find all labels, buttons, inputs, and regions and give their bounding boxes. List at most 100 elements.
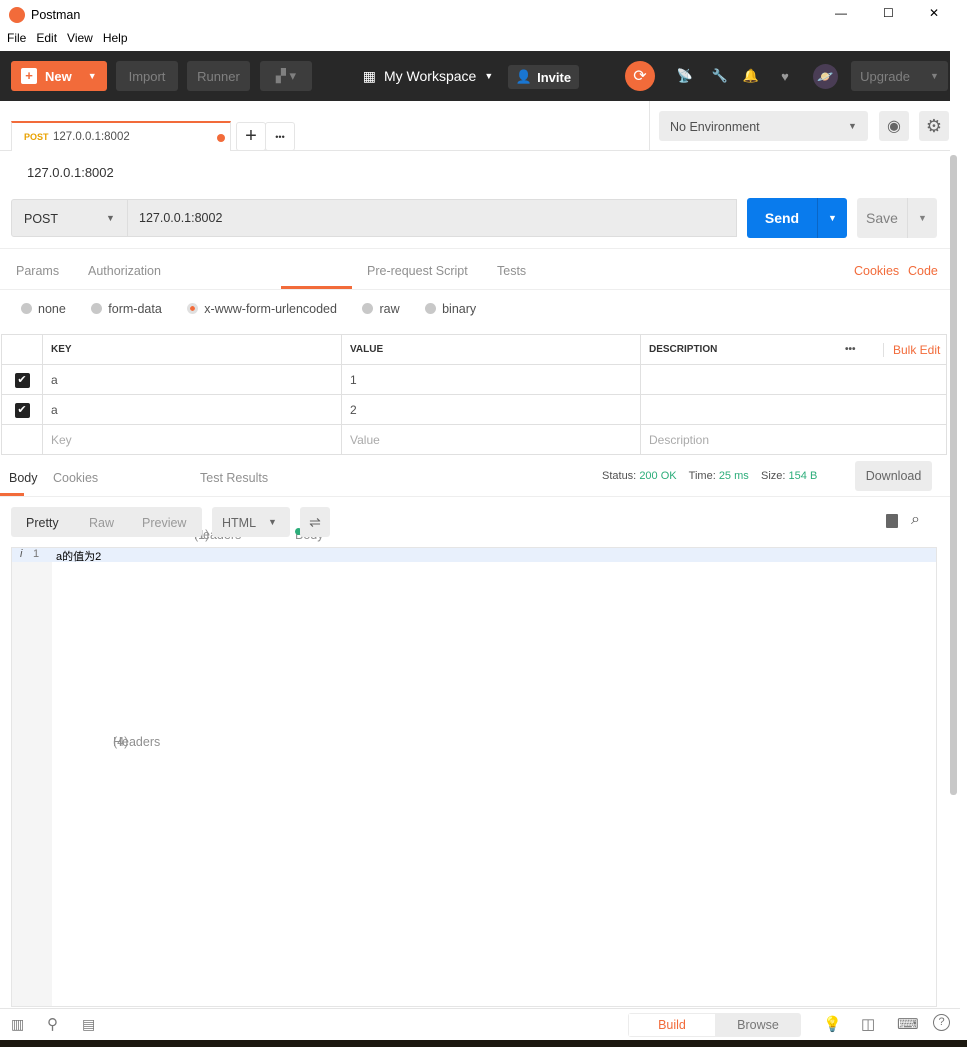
console-icon[interactable]: ▤ — [82, 1016, 95, 1033]
heart-icon[interactable]: ♥ — [774, 65, 796, 87]
radio-x-www-form-urlencoded[interactable]: x-www-form-urlencoded — [187, 302, 337, 316]
bulb-icon[interactable]: 💡 — [823, 1015, 842, 1033]
import-button[interactable]: Import — [116, 61, 178, 91]
tab-more-button[interactable]: ••• — [265, 122, 295, 151]
environment-select[interactable]: No Environment ▼ — [659, 111, 868, 141]
value-cell[interactable]: 2 — [341, 394, 641, 425]
status-value: 200 OK — [639, 470, 677, 482]
minimize-button[interactable]: — — [835, 6, 847, 20]
workspace-dropdown[interactable]: ▦ My Workspace ▼ — [358, 61, 498, 91]
row-checkbox[interactable]: ✔ — [14, 372, 30, 388]
new-button[interactable]: + New ▼ — [11, 61, 107, 91]
radio-binary[interactable]: binary — [425, 302, 476, 316]
column-key: KEY — [42, 334, 342, 365]
radio-raw[interactable]: raw — [362, 302, 400, 316]
bulk-edit-link[interactable]: Bulk Edit — [883, 343, 940, 357]
avatar[interactable]: 🪐 — [813, 64, 838, 89]
url-input[interactable]: 127.0.0.1:8002 — [127, 199, 737, 237]
tab-url: 127.0.0.1:8002 — [53, 131, 130, 143]
description-input[interactable]: Description — [640, 424, 947, 455]
tab-prerequest-script[interactable]: Pre-request Script — [367, 264, 468, 278]
wrench-icon[interactable]: 🔧 — [709, 65, 731, 87]
gear-icon[interactable]: ⚙ — [919, 111, 949, 141]
close-button[interactable]: ✕ — [929, 6, 939, 20]
more-icon[interactable]: ••• — [845, 344, 856, 355]
tab-params[interactable]: Params — [16, 264, 59, 278]
app-header: + New ▼ Import Runner ▞ ▾ ▦ My Workspace ▼… — [0, 51, 950, 101]
new-tab-button[interactable]: + — [236, 122, 266, 151]
code-link[interactable]: Code — [908, 264, 938, 278]
view-raw[interactable]: Raw — [89, 516, 114, 530]
description-cell[interactable] — [640, 394, 947, 425]
bell-icon[interactable]: 🔔 — [740, 65, 762, 87]
menu-file[interactable]: File — [7, 31, 26, 45]
description-cell[interactable] — [640, 364, 947, 395]
value-input[interactable]: Value — [341, 424, 641, 455]
request-tab[interactable]: POST 127.0.0.1:8002 — [11, 121, 231, 151]
maximize-button[interactable]: ☐ — [883, 6, 894, 20]
active-line — [12, 548, 936, 562]
menu-help[interactable]: Help — [103, 31, 128, 45]
build-button[interactable]: Build — [629, 1014, 715, 1036]
menu-edit[interactable]: Edit — [36, 31, 57, 45]
runner-button[interactable]: Runner — [187, 61, 250, 91]
radio-none[interactable]: none — [21, 302, 66, 316]
new-window-button[interactable]: ▞ ▾ — [260, 61, 312, 91]
sync-icon[interactable]: ⟳ — [625, 61, 655, 91]
tab-response-cookies[interactable]: Cookies — [53, 471, 98, 485]
help-icon[interactable]: ? — [933, 1014, 950, 1031]
window-title: Postman — [31, 8, 81, 22]
keyboard-icon[interactable]: ⌨ — [897, 1015, 919, 1033]
row-checkbox[interactable]: ✔ — [14, 402, 30, 418]
save-button[interactable]: Save ▼ — [857, 198, 937, 238]
table-row: ✔ a 1 — [1, 364, 947, 395]
invite-button[interactable]: 👤 Invite — [508, 65, 579, 89]
cookies-link[interactable]: Cookies — [854, 264, 899, 278]
table-header: KEY VALUE DESCRIPTION ••• Bulk Edit — [1, 334, 947, 365]
view-pretty[interactable]: Pretty — [26, 516, 59, 530]
download-button[interactable]: Download — [855, 461, 932, 491]
chevron-down-icon[interactable]: ▼ — [88, 71, 97, 81]
add-user-icon: 👤 — [515, 69, 533, 84]
two-pane-icon[interactable]: ◫ — [861, 1015, 875, 1033]
time-value: 25 ms — [718, 470, 749, 482]
radio-form-data[interactable]: form-data — [91, 302, 162, 316]
view-preview[interactable]: Preview — [142, 516, 186, 530]
unsaved-dot-icon — [217, 134, 225, 142]
footer-bar: ▥ ⚲ ▤ Build Browse 💡 ◫ ⌨ ? — [0, 1008, 960, 1040]
key-input[interactable]: Key — [42, 424, 342, 455]
request-name: 127.0.0.1:8002 — [27, 165, 114, 180]
search-icon[interactable]: ⌕ — [911, 511, 920, 529]
tab-authorization[interactable]: Authorization — [88, 264, 161, 278]
title-bar: Postman — ☐ ✕ — [0, 0, 967, 31]
browse-button[interactable]: Browse — [715, 1014, 801, 1036]
response-editor[interactable]: i 1 a的值为2 — [11, 547, 937, 1007]
tab-test-results[interactable]: Test Results — [200, 471, 268, 485]
upgrade-button[interactable]: Upgrade ▼ — [851, 61, 948, 91]
response-content: a的值为2 — [56, 551, 102, 563]
key-cell[interactable]: a — [42, 394, 342, 425]
format-select[interactable]: HTML ▼ — [212, 507, 290, 537]
method-select[interactable]: POST ▼ — [11, 199, 128, 237]
view-mode-group: Pretty Raw Preview — [11, 507, 202, 537]
sidebar-toggle-icon[interactable]: ▥ — [11, 1016, 24, 1033]
tab-response-body[interactable]: Body — [9, 471, 38, 485]
wrap-lines-icon[interactable]: ⇌ — [300, 507, 330, 537]
chevron-down-icon[interactable]: ▼ — [817, 198, 847, 238]
value-cell[interactable]: 1 — [341, 364, 641, 395]
find-icon[interactable]: ⚲ — [47, 1015, 58, 1033]
chevron-down-icon: ▼ — [268, 517, 277, 527]
copy-icon[interactable] — [886, 514, 898, 528]
chevron-down-icon[interactable]: ▼ — [907, 198, 937, 238]
send-button[interactable]: Send ▼ — [747, 198, 847, 238]
params-table: KEY VALUE DESCRIPTION ••• Bulk Edit ✔ a … — [1, 334, 947, 455]
body-type-radios: none form-data x-www-form-urlencoded raw… — [21, 302, 476, 316]
satellite-icon[interactable]: 📡 — [674, 65, 696, 87]
menu-view[interactable]: View — [67, 31, 93, 45]
table-row-new: Key Value Description — [1, 424, 947, 455]
tab-tests[interactable]: Tests — [497, 264, 526, 278]
scrollbar[interactable] — [950, 155, 957, 795]
response-meta: Status: 200 OK Time: 25 ms Size: 154 B — [602, 470, 818, 482]
key-cell[interactable]: a — [42, 364, 342, 395]
eye-icon[interactable]: ◉ — [879, 111, 909, 141]
